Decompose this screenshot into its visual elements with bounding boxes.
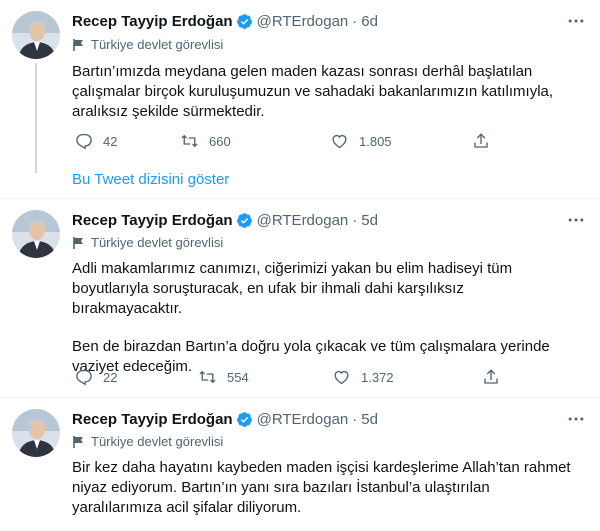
retweet-icon xyxy=(181,134,198,148)
show-thread-link[interactable]: Bu Tweet dizisini göster xyxy=(72,171,229,188)
share-icon xyxy=(474,133,488,148)
tweet-actions: 42 660 1.805 xyxy=(72,132,512,152)
more-options-icon[interactable] xyxy=(566,11,586,31)
verified-badge-icon xyxy=(236,411,252,427)
tweet-1[interactable]: Recep Tayyip Erdoğan @RTErdogan · 6d Tür… xyxy=(0,0,600,173)
label-text: Türkiye devlet görevlisi xyxy=(91,235,224,250)
avatar[interactable] xyxy=(12,210,60,258)
tweet-header: Recep Tayyip Erdoğan @RTErdogan · 5d xyxy=(72,210,378,230)
verified-badge-icon xyxy=(236,212,252,228)
tweet-header: Recep Tayyip Erdoğan @RTErdogan · 6d xyxy=(72,11,378,31)
more-options-icon[interactable] xyxy=(566,210,586,230)
reply-icon xyxy=(76,369,92,386)
tweet-2[interactable]: Recep Tayyip Erdoğan @RTErdogan · 5d Tür… xyxy=(0,199,600,397)
tweet-text: Adli makamlarımız canımızı, ciğerimizi y… xyxy=(72,259,572,377)
tweet-paragraph: Bir kez daha hayatını kaybeden maden işç… xyxy=(72,459,571,516)
separator-dot: · xyxy=(352,211,358,229)
retweet-icon xyxy=(199,370,216,384)
tweet-timestamp[interactable]: 6d xyxy=(361,13,378,30)
reply-count: 22 xyxy=(103,369,118,385)
tweet-3[interactable]: Recep Tayyip Erdoğan @RTErdogan · 5d Tür… xyxy=(0,398,600,531)
retweet-count: 660 xyxy=(209,133,231,149)
government-label[interactable]: Türkiye devlet görevlisi xyxy=(72,235,223,250)
reply-count: 42 xyxy=(103,133,118,149)
author-handle[interactable]: @RTErdogan xyxy=(257,212,349,229)
tweet-header: Recep Tayyip Erdoğan @RTErdogan · 5d xyxy=(72,409,378,429)
share-button[interactable] xyxy=(472,132,500,150)
avatar[interactable] xyxy=(12,11,60,59)
author-name[interactable]: Recep Tayyip Erdoğan xyxy=(72,411,233,428)
retweet-button[interactable]: 554 xyxy=(198,368,249,386)
author-name[interactable]: Recep Tayyip Erdoğan xyxy=(72,212,233,229)
government-label[interactable]: Türkiye devlet görevlisi xyxy=(72,434,223,449)
avatar[interactable] xyxy=(12,409,60,457)
thread-connector xyxy=(35,63,37,173)
reply-icon xyxy=(76,133,92,150)
author-handle[interactable]: @RTErdogan xyxy=(257,13,349,30)
author-handle[interactable]: @RTErdogan xyxy=(257,411,349,428)
share-button[interactable] xyxy=(482,368,510,386)
government-flag-icon xyxy=(73,38,83,51)
tweet-timestamp[interactable]: 5d xyxy=(361,212,378,229)
tweet-actions: 22 554 1.372 xyxy=(72,368,512,388)
government-flag-icon xyxy=(73,435,83,448)
share-icon xyxy=(484,369,498,384)
tweet-paragraph: Adli makamlarımız canımızı, ciğerimizi y… xyxy=(72,260,513,317)
tweet-paragraph: Bartın’ımızda meydana gelen maden kazası… xyxy=(72,63,554,120)
tweet-text: Bartın’ımızda meydana gelen maden kazası… xyxy=(72,62,572,122)
tweet-feed: Recep Tayyip Erdoğan @RTErdogan · 6d Tür… xyxy=(0,0,600,531)
reply-button[interactable]: 42 xyxy=(75,132,117,150)
label-text: Türkiye devlet görevlisi xyxy=(91,434,224,449)
government-flag-icon xyxy=(73,236,83,249)
label-text: Türkiye devlet görevlisi xyxy=(91,37,224,52)
retweet-count: 554 xyxy=(227,369,249,385)
separator-dot: · xyxy=(352,410,358,428)
heart-icon xyxy=(332,134,347,149)
tweet-text: Bir kez daha hayatını kaybeden maden işç… xyxy=(72,458,572,518)
like-count: 1.372 xyxy=(361,369,394,385)
government-label[interactable]: Türkiye devlet görevlisi xyxy=(72,37,223,52)
like-button[interactable]: 1.805 xyxy=(330,132,392,150)
tweet-timestamp[interactable]: 5d xyxy=(361,411,378,428)
like-count: 1.805 xyxy=(359,133,392,149)
separator-dot: · xyxy=(352,12,358,30)
verified-badge-icon xyxy=(236,13,252,29)
like-button[interactable]: 1.372 xyxy=(332,368,394,386)
author-name[interactable]: Recep Tayyip Erdoğan xyxy=(72,13,233,30)
retweet-button[interactable]: 660 xyxy=(180,132,231,150)
heart-icon xyxy=(334,370,349,385)
reply-button[interactable]: 22 xyxy=(75,368,117,386)
more-options-icon[interactable] xyxy=(566,409,586,429)
